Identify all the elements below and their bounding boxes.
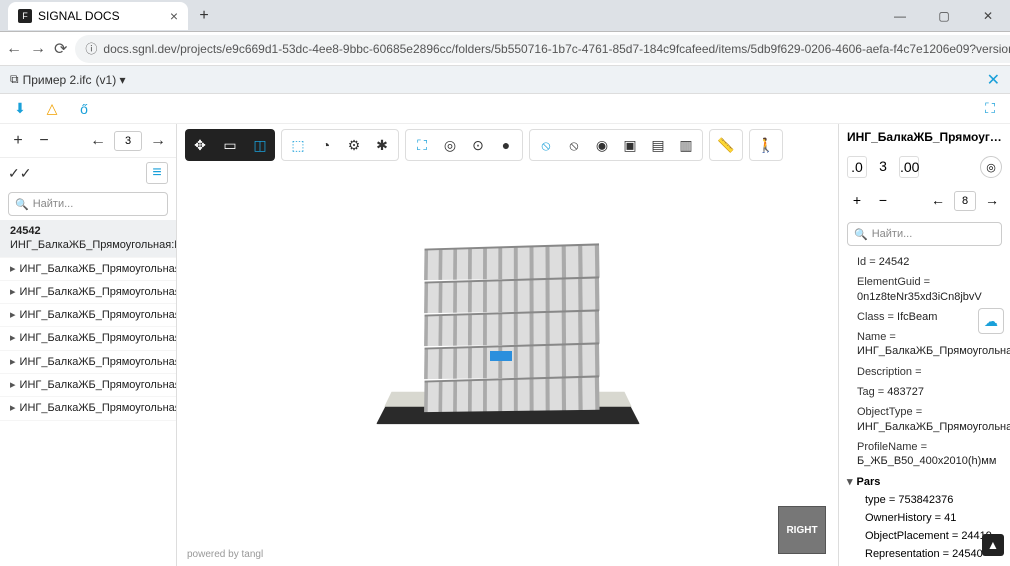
gear-icon[interactable]: ⚙ <box>342 137 366 154</box>
close-tab-icon[interactable]: × <box>170 8 178 24</box>
mesh-icon[interactable]: ✱ <box>370 137 394 154</box>
viewer-panel: ✥ ▭ ◫ ⬚ ◔ ⚙ ✱ ⛶ ◎ ⊙ ● ⦸ ⦸ ◉ ▣ ▤ <box>177 124 838 566</box>
tree-item[interactable]: ▸ИНГ_БалкаЖБ_Прямоугольная:Б_ЖБ_B50_800х… <box>0 327 176 350</box>
remove-prop-button[interactable]: − <box>873 190 893 212</box>
maximize-button[interactable]: ▢ <box>922 0 966 32</box>
next-prop-page[interactable]: → <box>982 190 1002 212</box>
cube-icon[interactable]: ⬚ <box>286 137 310 154</box>
tab-title: SIGNAL DOCS <box>38 9 120 23</box>
pars-group[interactable]: ▾Pars <box>839 472 1010 491</box>
page-number[interactable]: 3 <box>114 131 142 151</box>
properties-search[interactable]: 🔍 Найти... <box>847 222 1002 246</box>
address-bar[interactable]: ⓘ docs.sgnl.dev/projects/e9c669d1-53dc-4… <box>75 35 1010 63</box>
link-icon[interactable]: ő <box>74 99 94 119</box>
reload-button[interactable]: ⟳ <box>54 36 67 62</box>
target3-icon[interactable]: ● <box>494 137 518 153</box>
tree-item[interactable]: ▸ИНГ_БалкаЖБ_Прямоугольная:Б_ЖБ_B50_400х… <box>0 258 176 281</box>
tree-item[interactable]: ▸ИНГ_БалкаЖБ_Прямоугольная:Б_ЖБ_B50_400х… <box>0 304 176 327</box>
layer3-icon[interactable]: ▥ <box>674 137 698 154</box>
view-tool-group: ⬚ ◔ ⚙ ✱ <box>281 129 399 161</box>
properties-panel: ИНГ_БалкаЖБ_Прямоугольная:Б_ЖБ_B50_4 .0 … <box>838 124 1010 566</box>
cloud-button[interactable]: ☁ <box>978 308 1004 334</box>
tree-item[interactable]: ▸ИНГ_БалкаЖБ_Прямоугольная:Б_ЖБ_B50_800х… <box>0 374 176 397</box>
prop-row: ProfileName =Б_ЖБ_B50_400х2010(h)мм <box>839 437 1010 472</box>
prop-page-number[interactable]: 8 <box>954 191 976 211</box>
version-dropdown[interactable]: (v1) ▾ <box>96 73 126 87</box>
decimals-down[interactable]: .0 <box>847 156 867 178</box>
3d-canvas[interactable]: RIGHT powered by tangl <box>177 166 838 566</box>
powered-by-label: powered by tangl <box>187 549 263 560</box>
measure-icon[interactable]: 📏 <box>714 137 738 154</box>
hide2-icon[interactable]: ⦸ <box>562 137 586 154</box>
tree-item[interactable]: 24542 ИНГ_БалкаЖБ_Прямоугольная:Б_ЖБ_B50… <box>0 220 176 258</box>
new-tab-button[interactable]: + <box>192 4 216 28</box>
speed-icon[interactable]: ◔ <box>314 137 338 153</box>
prev-prop-page[interactable]: ← <box>928 190 948 212</box>
show-icon[interactable]: ◉ <box>590 137 614 154</box>
file-name: Пример 2.ifc <box>23 73 92 87</box>
warning-icon[interactable]: △ <box>42 99 62 119</box>
search-placeholder: Найти... <box>33 198 74 210</box>
hide1-icon[interactable]: ⦸ <box>534 137 558 154</box>
clip-tool[interactable]: ◫ <box>245 137 275 154</box>
download-icon[interactable]: ⬇ <box>10 99 30 119</box>
back-button[interactable]: ← <box>6 36 22 62</box>
fullscreen-icon[interactable]: ⛶ <box>980 99 1000 119</box>
comment-tool[interactable]: ▭ <box>215 137 245 154</box>
prop-row: ObjectType =ИНГ_БалкаЖБ_Прямоугольная:Б_ <box>839 402 1010 437</box>
prop-row: Tag = 483727 <box>839 382 1010 402</box>
prev-page-button[interactable]: ← <box>88 132 108 150</box>
decimals-up[interactable]: .00 <box>899 156 919 178</box>
url-text: docs.sgnl.dev/projects/e9c669d1-53dc-4ee… <box>103 42 1010 56</box>
remove-button[interactable]: − <box>34 132 54 150</box>
close-file-button[interactable]: ✕ <box>987 70 1000 90</box>
prop-row: type = 753842376 <box>839 491 1010 509</box>
visibility-tool-group: ⦸ ⦸ ◉ ▣ ▤ ▥ <box>529 129 703 161</box>
scroll-top-button[interactable]: ▲ <box>982 534 1004 556</box>
tree-item[interactable]: ▸ИНГ_БалкаЖБ_Прямоугольная:Б_ЖБ_B50_800х… <box>0 351 176 374</box>
measure-tool-group: 📏 <box>709 129 743 161</box>
site-info-icon[interactable]: ⓘ <box>85 40 97 57</box>
next-page-button[interactable]: → <box>148 132 168 150</box>
layer2-icon[interactable]: ▤ <box>646 137 670 154</box>
walk-icon[interactable]: 🚶 <box>754 137 778 154</box>
prop-row: Id = 24542 <box>839 252 1010 272</box>
locate-button[interactable]: ◎ <box>980 156 1002 178</box>
close-window-button[interactable]: ✕ <box>966 0 1010 32</box>
browser-tab[interactable]: F SIGNAL DOCS × <box>8 2 188 30</box>
view-cube[interactable]: RIGHT <box>778 506 826 554</box>
decimals-value: 3 <box>873 156 893 178</box>
selected-element-highlight <box>490 351 512 361</box>
fit-tool-group: ⛶ ◎ ⊙ ● <box>405 129 523 161</box>
add-button[interactable]: + <box>8 132 28 150</box>
walk-tool-group: 🚶 <box>749 129 783 161</box>
forward-button[interactable]: → <box>30 36 46 62</box>
target2-icon[interactable]: ⊙ <box>466 137 490 154</box>
prop-row: ElementGuid =0n1z8teNr35xd3iCn8jbvV <box>839 272 1010 307</box>
nav-tool-group: ✥ ▭ ◫ <box>185 129 275 161</box>
prop-row: OwnerHistory = 41 <box>839 509 1010 527</box>
move-tool[interactable]: ✥ <box>185 137 215 154</box>
list-mode-button[interactable]: ≡ <box>146 162 168 184</box>
favicon: F <box>18 9 32 23</box>
file-icon: ⧉ <box>10 72 19 87</box>
properties-title: ИНГ_БалкаЖБ_Прямоугольная:Б_ЖБ_B50_4 <box>839 124 1010 150</box>
checkall-icon[interactable]: ✓✓ <box>8 165 31 182</box>
minimize-button[interactable]: — <box>878 0 922 32</box>
search-icon: 🔍 <box>15 198 29 211</box>
tree-item[interactable]: ▸ИНГ_БалкаЖБ_Прямоугольная:Б_ЖБ_B50_400х… <box>0 281 176 304</box>
tree-panel: + − ← 3 → ✓✓ ≡ 🔍 Найти... 24542 ИНГ_Балк… <box>0 124 177 566</box>
target1-icon[interactable]: ◎ <box>438 137 462 154</box>
fit-icon[interactable]: ⛶ <box>410 137 434 154</box>
add-prop-button[interactable]: + <box>847 190 867 212</box>
prop-row: Description = <box>839 362 1010 382</box>
tree-search[interactable]: 🔍 Найти... <box>8 192 168 216</box>
layer1-icon[interactable]: ▣ <box>618 137 642 154</box>
tree-item[interactable]: ▸ИНГ_БалкаЖБ_Прямоугольная:БП_ЖБ_В40_500… <box>0 397 176 420</box>
search-icon: 🔍 <box>854 228 868 241</box>
